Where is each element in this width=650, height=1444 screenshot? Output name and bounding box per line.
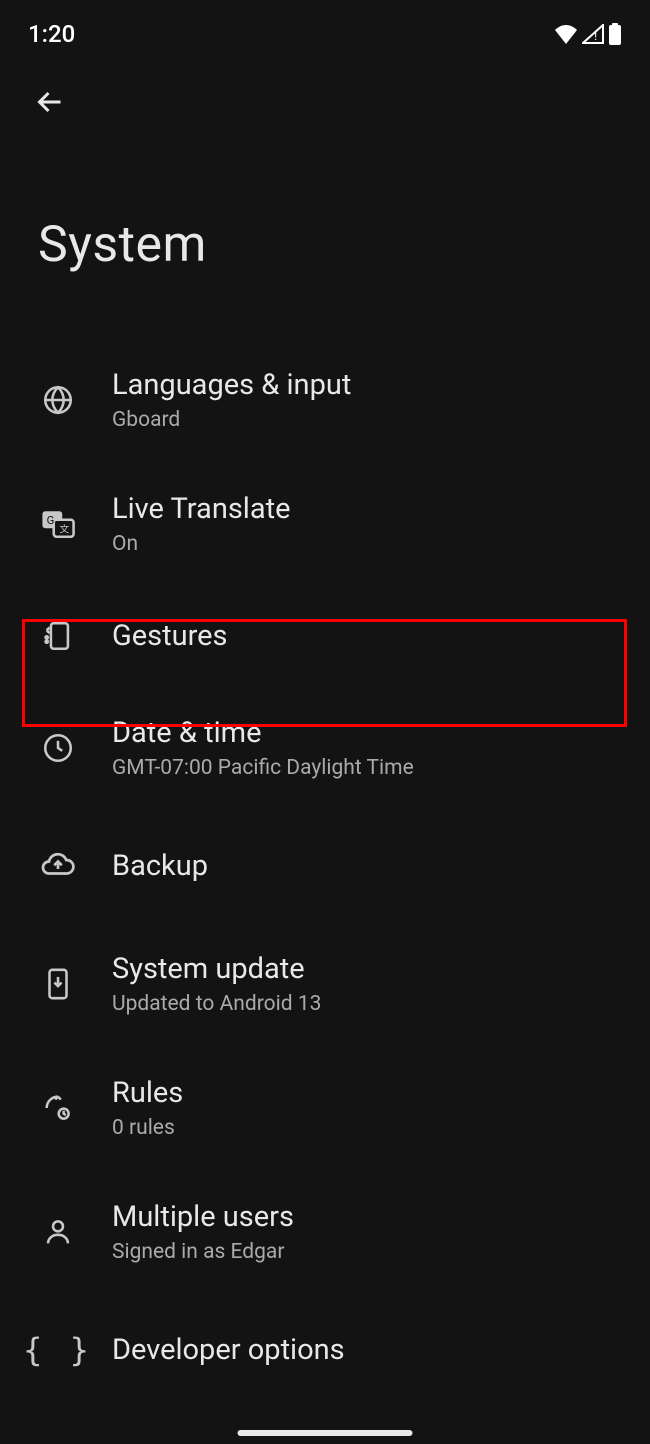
system-update-icon — [38, 964, 78, 1004]
settings-item-rules[interactable]: Rules 0 rules — [0, 1058, 650, 1158]
settings-list: Languages & input Gboard G文 Live Transla… — [0, 350, 650, 1394]
setting-label: Rules — [112, 1076, 183, 1110]
settings-item-multiple-users[interactable]: Multiple users Signed in as Edgar — [0, 1182, 650, 1282]
nav-handle[interactable] — [238, 1430, 413, 1436]
wifi-icon — [554, 24, 578, 44]
setting-sub: GMT-07:00 Pacific Daylight Time — [112, 756, 414, 780]
setting-label: Date & time — [112, 716, 414, 750]
setting-sub: Signed in as Edgar — [112, 1240, 294, 1264]
globe-icon — [38, 380, 78, 420]
settings-item-date-time[interactable]: Date & time GMT-07:00 Pacific Daylight T… — [0, 698, 650, 798]
setting-label: Multiple users — [112, 1200, 294, 1234]
status-bar: 1:20 ! — [0, 0, 650, 56]
setting-label: Developer options — [112, 1333, 345, 1367]
settings-item-developer-options[interactable]: { } Developer options — [0, 1306, 650, 1394]
arrow-left-icon — [32, 84, 68, 120]
user-icon — [38, 1212, 78, 1252]
back-button[interactable] — [28, 80, 72, 124]
settings-item-gestures[interactable]: Gestures — [0, 592, 650, 680]
setting-label: Languages & input — [112, 368, 351, 402]
page-title: System — [38, 216, 650, 274]
setting-label: Gestures — [112, 619, 227, 653]
signal-icon: ! — [582, 24, 604, 44]
svg-text:文: 文 — [59, 523, 69, 536]
settings-item-languages[interactable]: Languages & input Gboard — [0, 350, 650, 450]
translate-icon: G文 — [38, 504, 78, 544]
setting-sub: Updated to Android 13 — [112, 992, 321, 1016]
svg-text:G: G — [47, 513, 55, 527]
cloud-upload-icon — [38, 846, 78, 886]
setting-sub: Gboard — [112, 408, 351, 432]
rules-icon — [38, 1088, 78, 1128]
clock-icon — [38, 728, 78, 768]
svg-text:!: ! — [594, 29, 597, 43]
status-icons: ! — [554, 23, 622, 45]
setting-label: Live Translate — [112, 492, 291, 526]
settings-item-backup[interactable]: Backup — [0, 822, 650, 910]
setting-label: System update — [112, 952, 321, 986]
battery-icon — [608, 23, 622, 45]
gestures-icon — [38, 616, 78, 656]
settings-item-live-translate[interactable]: G文 Live Translate On — [0, 474, 650, 574]
setting-sub: 0 rules — [112, 1116, 183, 1140]
code-icon: { } — [38, 1330, 78, 1370]
setting-sub: On — [112, 532, 291, 556]
setting-label: Backup — [112, 849, 208, 883]
status-time: 1:20 — [28, 20, 75, 48]
settings-item-system-update[interactable]: System update Updated to Android 13 — [0, 934, 650, 1034]
